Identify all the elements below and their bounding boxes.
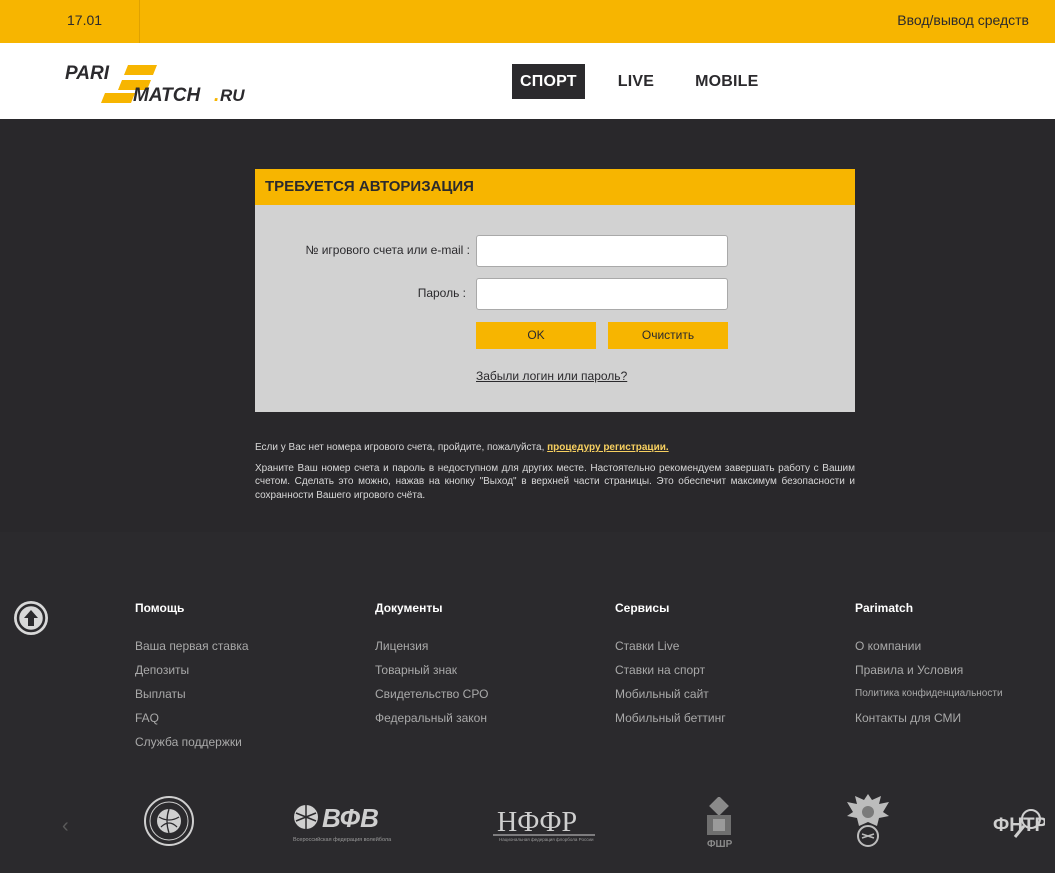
nav-mobile[interactable]: MOBILE bbox=[687, 64, 766, 99]
forgot-password-link[interactable]: Забыли логин или пароль? bbox=[476, 369, 627, 383]
partners-carousel: ‹ ВФВ Всероссийская федерация волейбола … bbox=[0, 787, 1055, 862]
account-input[interactable] bbox=[476, 235, 728, 267]
footer-link[interactable]: О компании bbox=[855, 634, 1003, 658]
footer-link[interactable]: Выплаты bbox=[135, 682, 249, 706]
nffr-logo[interactable]: НФФР Национальная федерация флорбола Рос… bbox=[493, 807, 595, 848]
footer-col-documents: Документы Лицензия Товарный знак Свидете… bbox=[375, 601, 488, 730]
auth-panel: ТРЕБУЕТСЯ АВТОРИЗАЦИЯ № игрового счета и… bbox=[255, 169, 855, 412]
nav-sport[interactable]: СПОРТ bbox=[512, 64, 585, 99]
footer-col-title: Документы bbox=[375, 601, 443, 615]
auth-title: ТРЕБУЕТСЯ АВТОРИЗАЦИЯ bbox=[255, 169, 855, 205]
footer-link[interactable]: Контакты для СМИ bbox=[855, 706, 1003, 730]
ok-button[interactable]: OK bbox=[476, 322, 596, 349]
top-bar: 17.01 13:04 Ввод/вывод средств bbox=[0, 0, 1055, 68]
svg-text:PARI: PARI bbox=[65, 63, 110, 84]
footer-link[interactable]: Политика конфиденциальности bbox=[855, 682, 1003, 706]
footer-link[interactable]: Ставки Live bbox=[615, 634, 726, 658]
footer-col-title: Помощь bbox=[135, 601, 185, 615]
nav-live[interactable]: LIVE bbox=[610, 64, 662, 99]
scroll-up-button[interactable] bbox=[14, 601, 48, 635]
password-input[interactable] bbox=[476, 278, 728, 310]
chevron-left-icon[interactable]: ‹ bbox=[62, 815, 69, 838]
footer-link[interactable]: Служба поддержки bbox=[135, 730, 249, 754]
footer-link[interactable]: FAQ bbox=[135, 706, 249, 730]
footer-col-help: Помощь Ваша первая ставка Депозиты Выпла… bbox=[135, 601, 249, 754]
footer-col-parimatch: Parimatch О компании Правила и Условия П… bbox=[855, 601, 1003, 730]
footer-link[interactable]: Ваша первая ставка bbox=[135, 634, 249, 658]
footer-col-services: Сервисы Ставки Live Ставки на спорт Моби… bbox=[615, 601, 726, 730]
security-note: Храните Ваш номер счета и пароль в недос… bbox=[255, 462, 855, 501]
footer-link[interactable]: Мобильный беттинг bbox=[615, 706, 726, 730]
vfv-text: ВФВ bbox=[322, 803, 379, 833]
vfv-subtext: Всероссийская федерация волейбола bbox=[293, 836, 392, 843]
registration-note: Если у Вас нет номера игрового счета, пр… bbox=[255, 441, 855, 455]
footer-link[interactable]: Мобильный сайт bbox=[615, 682, 726, 706]
account-label: № игрового счета или e-mail : bbox=[305, 243, 470, 257]
main-content: ТРЕБУЕТСЯ АВТОРИЗАЦИЯ № игрового счета и… bbox=[0, 119, 1055, 532]
footer-col-title: Parimatch bbox=[855, 601, 914, 615]
footer: Помощь Ваша первая ставка Депозиты Выпла… bbox=[0, 532, 1055, 873]
water-polo-federation-logo[interactable] bbox=[143, 795, 195, 852]
deposit-withdraw-link[interactable]: Ввод/вывод средств bbox=[897, 0, 1029, 40]
rfs-eagle-logo[interactable] bbox=[843, 790, 893, 853]
parimatch-logo[interactable]: PARI MATCH . RU bbox=[65, 63, 265, 106]
footer-link[interactable]: Ставки на спорт bbox=[615, 658, 726, 682]
main-nav: СПОРТ LIVE MOBILE bbox=[512, 64, 792, 99]
vfv-logo[interactable]: ВФВ Всероссийская федерация волейбола bbox=[293, 801, 395, 848]
header: PARI MATCH . RU СПОРТ LIVE MOBILE bbox=[0, 43, 1055, 119]
svg-text:.: . bbox=[214, 85, 219, 105]
footer-link[interactable]: Лицензия bbox=[375, 634, 488, 658]
registration-text: Если у Вас нет номера игрового счета, пр… bbox=[255, 442, 545, 453]
info-text: Если у Вас нет номера игрового счета, пр… bbox=[255, 441, 855, 509]
datetime: 17.01 13:04 bbox=[0, 0, 140, 68]
footer-link[interactable]: Депозиты bbox=[135, 658, 249, 682]
chess-federation-text: ФШР bbox=[707, 839, 733, 849]
footer-link[interactable]: Федеральный закон bbox=[375, 706, 488, 730]
nffr-text: НФФР bbox=[497, 807, 577, 838]
fntr-logo[interactable]: ФНТР bbox=[993, 805, 1048, 850]
arrow-up-icon bbox=[16, 603, 46, 633]
nffr-subtext: Национальная федерация флорбола России bbox=[499, 837, 594, 842]
svg-text:RU: RU bbox=[220, 86, 245, 105]
footer-link[interactable]: Свидетельство СРО bbox=[375, 682, 488, 706]
clear-button[interactable]: Очистить bbox=[608, 322, 728, 349]
registration-link[interactable]: процедуру регистрации. bbox=[547, 442, 669, 453]
footer-col-title: Сервисы bbox=[615, 601, 670, 615]
chess-federation-logo[interactable]: ФШР bbox=[703, 796, 735, 854]
footer-link[interactable]: Правила и Условия bbox=[855, 658, 1003, 682]
svg-text:MATCH: MATCH bbox=[133, 85, 201, 105]
password-label: Пароль : bbox=[417, 286, 466, 300]
footer-link[interactable]: Товарный знак bbox=[375, 658, 488, 682]
